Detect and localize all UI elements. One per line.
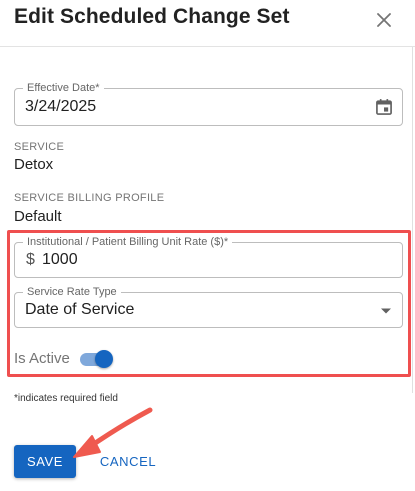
billing-unit-rate-label: Institutional / Patient Billing Unit Rat… xyxy=(23,235,233,249)
header-divider xyxy=(0,46,415,47)
dialog-title: Edit Scheduled Change Set xyxy=(14,5,290,28)
effective-date-value[interactable]: 3/24/2025 xyxy=(25,97,96,117)
is-active-toggle[interactable] xyxy=(78,348,114,370)
close-button[interactable] xyxy=(372,8,396,32)
billing-profile-value: Default xyxy=(14,208,62,225)
service-rate-type-label: Service Rate Type xyxy=(23,285,121,299)
billing-unit-rate-field[interactable]: Institutional / Patient Billing Unit Rat… xyxy=(14,235,403,278)
effective-date-label: Effective Date* xyxy=(23,81,104,95)
is-active-label: Is Active xyxy=(14,350,70,367)
scrollbar-track xyxy=(412,47,413,393)
cancel-button[interactable]: CANCEL xyxy=(92,445,164,478)
service-rate-type-value[interactable]: Date of Service xyxy=(25,300,134,320)
effective-date-field[interactable]: Effective Date* 3/24/2025 xyxy=(14,81,403,126)
toggle-thumb[interactable] xyxy=(95,350,113,368)
currency-prefix: $ xyxy=(26,251,35,268)
billing-unit-rate-value[interactable]: 1000 xyxy=(42,250,78,270)
service-rate-type-select[interactable]: Service Rate Type Date of Service xyxy=(14,285,403,328)
caret-down-icon[interactable] xyxy=(380,307,392,315)
service-value: Detox xyxy=(14,156,54,173)
billing-profile-label: SERVICE BILLING PROFILE xyxy=(14,192,165,204)
required-field-note: *indicates required field xyxy=(14,393,118,404)
close-icon xyxy=(377,13,391,27)
edit-scheduled-change-set-dialog: Edit Scheduled Change Set Effective Date… xyxy=(0,0,415,491)
service-label: SERVICE xyxy=(14,141,65,153)
calendar-icon[interactable] xyxy=(374,97,394,117)
save-button[interactable]: SAVE xyxy=(14,445,76,478)
